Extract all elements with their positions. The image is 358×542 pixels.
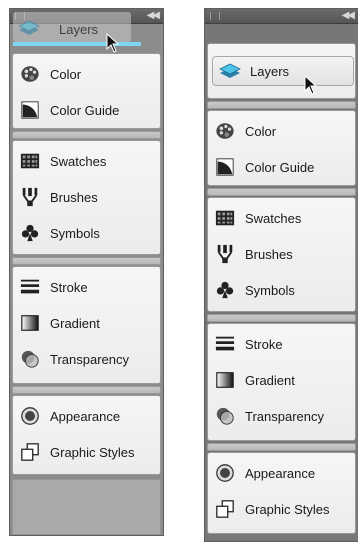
panel-item-label: Symbols bbox=[50, 225, 100, 241]
panel-group-stroke: Stroke Gradient Transparency bbox=[12, 266, 161, 384]
color-guide-icon bbox=[19, 99, 41, 121]
grip-icon[interactable] bbox=[210, 12, 220, 20]
collapse-arrows-icon[interactable]: ◀◀ bbox=[342, 10, 355, 21]
group-separator[interactable] bbox=[12, 257, 161, 265]
panel-group-swatches: Swatches Brushes Symbols bbox=[207, 197, 356, 312]
panel-item-label: Gradient bbox=[50, 315, 100, 331]
panel-item-label: Brushes bbox=[50, 189, 98, 205]
panel-item-brushes[interactable]: Brushes bbox=[208, 236, 355, 272]
mouse-cursor-icon bbox=[304, 75, 318, 95]
panel-item-label: Layers bbox=[250, 63, 290, 79]
panel-item-transparency[interactable]: Transparency bbox=[13, 341, 160, 377]
mouse-cursor-icon bbox=[106, 33, 120, 53]
panel-item-label: Transparency bbox=[50, 351, 129, 367]
panel-item-stroke[interactable]: Stroke bbox=[13, 269, 160, 305]
stroke-lines-icon bbox=[214, 333, 236, 355]
panel-item-appearance[interactable]: Appearance bbox=[13, 398, 160, 434]
panel-item-label: Color Guide bbox=[50, 102, 120, 118]
panel-item-symbols[interactable]: Symbols bbox=[13, 215, 160, 251]
panel-group-color: Color Color Guide bbox=[207, 110, 356, 186]
panel-group-stroke: Stroke Gradient Transparency bbox=[207, 323, 356, 441]
gradient-icon bbox=[214, 369, 236, 391]
stroke-lines-icon bbox=[19, 276, 41, 298]
dragged-item-label: Layers bbox=[59, 22, 99, 37]
panel-item-label: Stroke bbox=[50, 279, 88, 295]
graphic-styles-icon bbox=[214, 498, 236, 520]
panel-item-color[interactable]: Color bbox=[208, 113, 355, 149]
panel-item-label: Swatches bbox=[50, 153, 107, 169]
group-separator[interactable] bbox=[207, 188, 356, 196]
panel-item-label: Symbols bbox=[245, 282, 295, 298]
panel-item-label: Stroke bbox=[245, 336, 283, 352]
dragged-layers-tab[interactable]: Layers bbox=[13, 8, 141, 46]
panel-item-label: Appearance bbox=[50, 408, 121, 424]
panel-group-appearance: Appearance Graphic Styles bbox=[12, 395, 161, 475]
panel-group-color: Color Color Guide bbox=[12, 53, 161, 129]
swatches-grid-icon bbox=[19, 150, 41, 172]
panel-item-label: Swatches bbox=[245, 210, 302, 226]
panel-item-appearance[interactable]: Appearance bbox=[208, 455, 355, 491]
left-panel-dock: ◀◀ Color Color Guide Swatches Brushes Sy… bbox=[9, 8, 164, 536]
transparency-icon bbox=[19, 348, 41, 370]
dock-title-bar[interactable]: ◀◀ bbox=[205, 9, 358, 24]
panel-item-label: Graphic Styles bbox=[245, 501, 330, 517]
panel-item-transparency[interactable]: Transparency bbox=[208, 398, 355, 434]
swatches-grid-icon bbox=[214, 207, 236, 229]
color-palette-icon bbox=[19, 63, 41, 85]
panel-item-gradient[interactable]: Gradient bbox=[13, 305, 160, 341]
panel-item-graphic-styles[interactable]: Graphic Styles bbox=[208, 491, 355, 527]
group-separator[interactable] bbox=[12, 386, 161, 394]
brushes-icon bbox=[19, 186, 41, 208]
group-separator[interactable] bbox=[207, 314, 356, 322]
panel-item-label: Color bbox=[245, 123, 277, 139]
layers-icon bbox=[18, 17, 40, 44]
panel-item-label: Transparency bbox=[245, 408, 324, 424]
panel-item-swatches[interactable]: Swatches bbox=[208, 200, 355, 236]
collapse-arrows-icon[interactable]: ◀◀ bbox=[147, 10, 160, 21]
panel-item-symbols[interactable]: Symbols bbox=[208, 272, 355, 308]
group-separator[interactable] bbox=[207, 443, 356, 451]
color-guide-icon bbox=[214, 156, 236, 178]
panel-item-color[interactable]: Color bbox=[13, 56, 160, 92]
club-symbol-icon bbox=[19, 222, 41, 244]
panel-item-gradient[interactable]: Gradient bbox=[208, 362, 355, 398]
empty-dock-area bbox=[12, 479, 161, 535]
layers-icon bbox=[219, 60, 241, 82]
panel-item-label: Color Guide bbox=[245, 159, 315, 175]
group-separator[interactable] bbox=[207, 101, 356, 109]
panel-item-label: Appearance bbox=[245, 465, 316, 481]
panel-item-label: Brushes bbox=[245, 246, 293, 262]
right-panel-dock: ◀◀ Layers Color Color Guide Swatches Bru… bbox=[204, 8, 358, 542]
group-separator[interactable] bbox=[12, 131, 161, 139]
panel-item-layers[interactable]: Layers bbox=[212, 56, 354, 86]
panel-group-swatches: Swatches Brushes Symbols bbox=[12, 140, 161, 255]
panel-item-color-guide[interactable]: Color Guide bbox=[13, 92, 160, 128]
panel-item-graphic-styles[interactable]: Graphic Styles bbox=[13, 434, 160, 470]
appearance-icon bbox=[19, 405, 41, 427]
appearance-icon bbox=[214, 462, 236, 484]
gradient-icon bbox=[19, 312, 41, 334]
panel-item-color-guide[interactable]: Color Guide bbox=[208, 149, 355, 185]
graphic-styles-icon bbox=[19, 441, 41, 463]
panel-item-label: Gradient bbox=[245, 372, 295, 388]
color-palette-icon bbox=[214, 120, 236, 142]
panel-item-swatches[interactable]: Swatches bbox=[13, 143, 160, 179]
panel-item-stroke[interactable]: Stroke bbox=[208, 326, 355, 362]
club-symbol-icon bbox=[214, 279, 236, 301]
panel-item-label: Graphic Styles bbox=[50, 444, 135, 460]
panel-item-brushes[interactable]: Brushes bbox=[13, 179, 160, 215]
brushes-icon bbox=[214, 243, 236, 265]
panel-group-appearance: Appearance Graphic Styles bbox=[207, 452, 356, 534]
panel-item-label: Color bbox=[50, 66, 82, 82]
transparency-icon bbox=[214, 405, 236, 427]
